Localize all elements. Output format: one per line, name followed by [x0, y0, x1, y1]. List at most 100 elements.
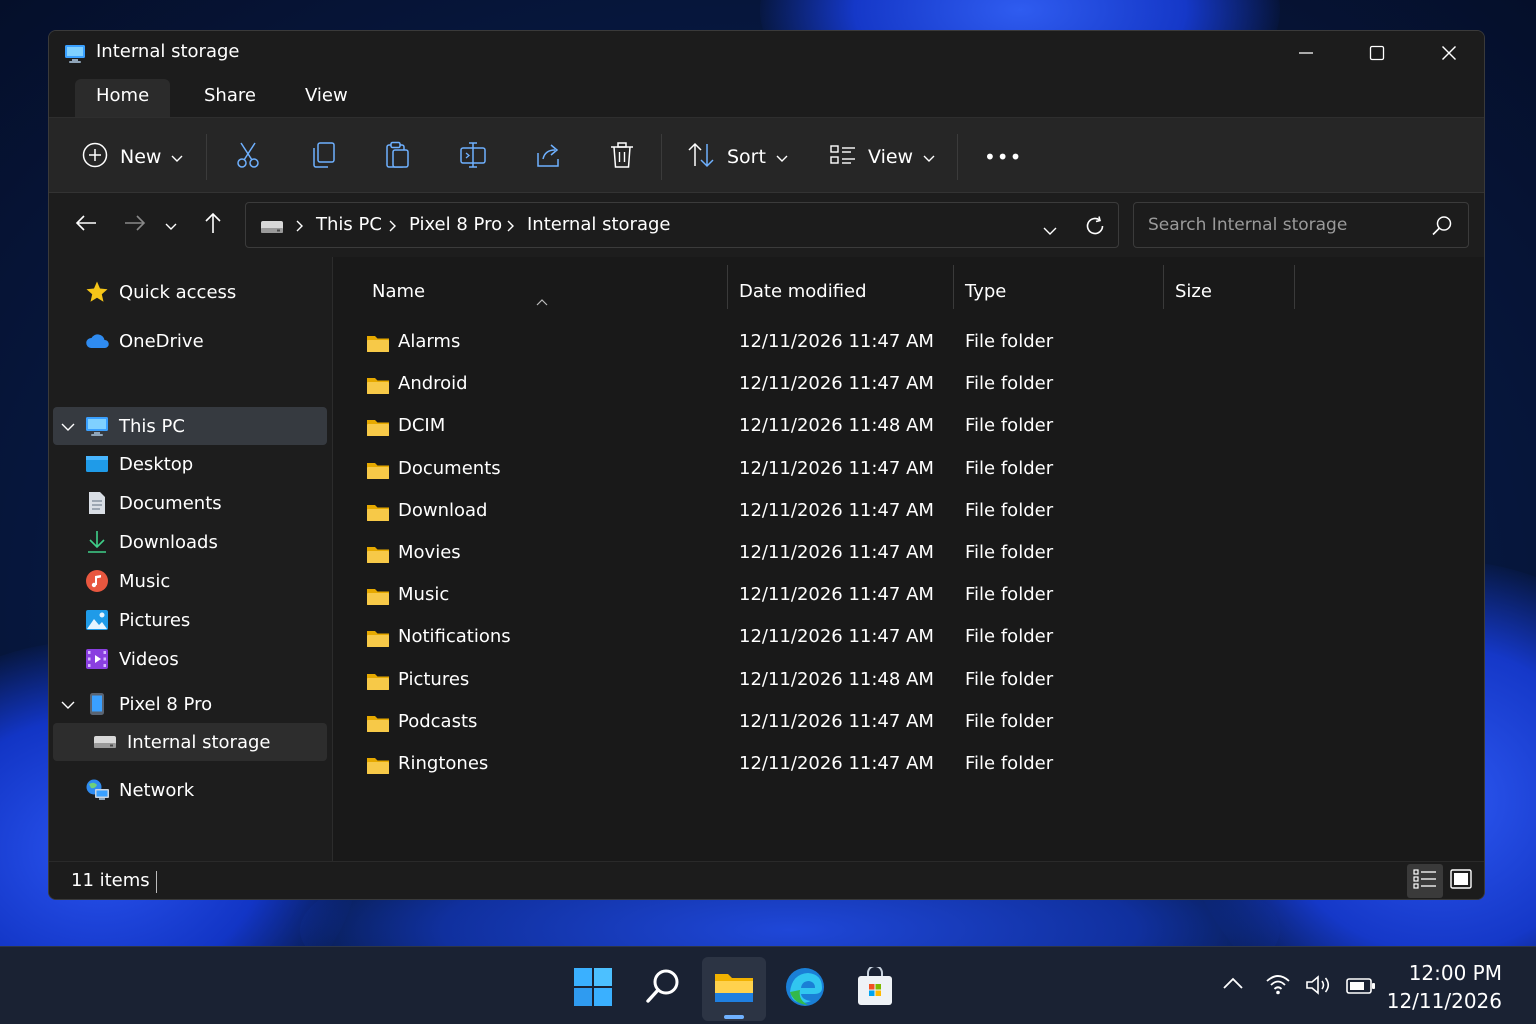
column-divider[interactable]: [1294, 265, 1295, 309]
taskbar-search-button[interactable]: [631, 957, 695, 1021]
recent-locations-button[interactable]: [159, 208, 183, 242]
file-row[interactable]: Podcasts 12/11/2026 11:47 AM File folder: [334, 702, 1484, 744]
column-divider[interactable]: [727, 265, 728, 309]
sidebar-item-this-pc[interactable]: This PC: [53, 407, 327, 445]
delete-button[interactable]: [609, 142, 635, 172]
tab-view[interactable]: View: [284, 79, 369, 117]
refresh-icon[interactable]: [1084, 215, 1106, 241]
desktop-icon: [85, 452, 109, 476]
file-row[interactable]: Movies 12/11/2026 11:47 AM File folder: [334, 533, 1484, 575]
sidebar-item-downloads[interactable]: Downloads: [53, 523, 327, 561]
folder-icon: [366, 586, 390, 610]
details-view-button[interactable]: [1407, 864, 1443, 898]
file-row[interactable]: DCIM 12/11/2026 11:48 AM File folder: [334, 406, 1484, 448]
taskbar-edge[interactable]: [773, 957, 837, 1021]
tab-share[interactable]: Share: [183, 79, 277, 117]
sidebar-item-documents[interactable]: Documents: [53, 484, 327, 522]
breadcrumb-internal-storage[interactable]: Internal storage: [527, 214, 670, 235]
document-icon: [85, 491, 109, 515]
download-icon: [85, 530, 109, 554]
sidebar-item-quick-access[interactable]: Quick access: [53, 273, 327, 311]
sidebar-item-internal-storage[interactable]: Internal storage: [53, 723, 327, 761]
column-header-date-modified[interactable]: Date modified: [739, 281, 867, 302]
minimize-button[interactable]: [1271, 31, 1341, 75]
taskbar-clock-time[interactable]: 12:00 PM: [1409, 961, 1502, 985]
taskbar-file-explorer[interactable]: [702, 957, 766, 1021]
more-options-button[interactable]: •••: [984, 142, 1022, 172]
tiles-view-button[interactable]: [1443, 864, 1479, 898]
cut-button[interactable]: [235, 142, 261, 172]
volume-icon[interactable]: [1305, 974, 1333, 1000]
sidebar-item-onedrive[interactable]: OneDrive: [53, 322, 327, 360]
start-button[interactable]: [561, 957, 625, 1021]
file-row[interactable]: Documents 12/11/2026 11:47 AM File folder: [334, 449, 1484, 491]
up-button[interactable]: [196, 208, 230, 242]
sidebar-item-network[interactable]: Network: [53, 771, 327, 809]
file-row[interactable]: Android 12/11/2026 11:47 AM File folder: [334, 364, 1484, 406]
file-row[interactable]: Ringtones 12/11/2026 11:47 AM File folder: [334, 744, 1484, 786]
copy-button[interactable]: [311, 142, 337, 172]
close-button[interactable]: [1414, 31, 1484, 75]
sort-ascending-icon: [536, 291, 548, 310]
forward-button[interactable]: [118, 208, 152, 242]
file-type: File folder: [965, 499, 1054, 521]
breadcrumb-pixel-8-pro[interactable]: Pixel 8 Pro: [409, 214, 502, 235]
chevron-down-icon[interactable]: [61, 417, 77, 436]
sidebar-item-pictures[interactable]: Pictures: [53, 601, 327, 639]
sidebar-item-pixel-8-pro[interactable]: Pixel 8 Pro: [53, 685, 327, 723]
folder-icon: [366, 417, 390, 441]
sidebar-item-label: Desktop: [119, 453, 194, 475]
paste-icon: [385, 141, 411, 173]
folder-icon: [366, 671, 390, 695]
file-row[interactable]: Music 12/11/2026 11:47 AM File folder: [334, 575, 1484, 617]
folder-icon: [366, 544, 390, 568]
chevron-down-icon[interactable]: [61, 695, 77, 714]
taskbar-store[interactable]: [843, 957, 907, 1021]
back-button[interactable]: [69, 208, 103, 242]
file-row[interactable]: Download 12/11/2026 11:47 AM File folder: [334, 491, 1484, 533]
taskbar-clock-date[interactable]: 12/11/2026: [1387, 989, 1502, 1013]
tab-home[interactable]: Home: [75, 79, 171, 117]
sidebar-item-label: This PC: [119, 415, 185, 437]
file-date-modified: 12/11/2026 11:47 AM: [739, 710, 934, 732]
sidebar-item-label: Documents: [119, 492, 222, 514]
file-name: Notifications: [398, 626, 511, 648]
rename-icon: [459, 141, 487, 173]
sort-button[interactable]: Sort: [687, 142, 788, 172]
file-type: File folder: [965, 668, 1054, 690]
arrow-up-icon: [204, 212, 222, 238]
file-row[interactable]: Notifications 12/11/2026 11:47 AM File fol…: [334, 617, 1484, 659]
picture-icon: [85, 608, 109, 632]
view-button[interactable]: View: [830, 142, 935, 172]
show-hidden-icons-icon[interactable]: [1222, 975, 1244, 994]
column-header-size[interactable]: Size: [1175, 281, 1212, 302]
file-type: File folder: [965, 542, 1054, 563]
chevron-down-icon: [171, 148, 183, 167]
column-header-type[interactable]: Type: [965, 281, 1006, 302]
sidebar-item-desktop[interactable]: Desktop: [53, 445, 327, 483]
file-row[interactable]: Pictures 12/11/2026 11:48 AM File folder: [334, 660, 1484, 702]
paste-button[interactable]: [385, 141, 411, 173]
column-divider[interactable]: [953, 265, 954, 309]
file-row[interactable]: Alarms 12/11/2026 11:47 AM File folder: [334, 322, 1484, 364]
sidebar-item-music[interactable]: Music: [53, 562, 327, 600]
chevron-down-icon: [165, 216, 177, 235]
wifi-icon[interactable]: [1265, 973, 1291, 999]
column-header-name[interactable]: Name: [372, 281, 425, 302]
share-button[interactable]: [535, 142, 563, 172]
new-button[interactable]: New: [82, 142, 183, 172]
sidebar-item-videos[interactable]: Videos: [53, 640, 327, 678]
chevron-down-icon: [776, 148, 788, 167]
rename-button[interactable]: [459, 142, 487, 172]
address-history-chevron-icon[interactable]: [1043, 221, 1057, 240]
battery-icon[interactable]: [1346, 977, 1376, 999]
address-bar[interactable]: This PC Pixel 8 Pro Internal storage: [245, 202, 1119, 248]
column-divider[interactable]: [1163, 265, 1164, 309]
folder-icon: [366, 460, 390, 484]
search-input[interactable]: Search Internal storage: [1133, 202, 1469, 248]
file-name: Download: [398, 499, 488, 521]
breadcrumb-this-pc[interactable]: This PC: [316, 214, 382, 235]
maximize-button[interactable]: [1342, 31, 1412, 75]
file-date-modified: 12/11/2026 11:47 AM: [739, 331, 934, 352]
title-bar[interactable]: Internal storage: [49, 31, 1484, 79]
